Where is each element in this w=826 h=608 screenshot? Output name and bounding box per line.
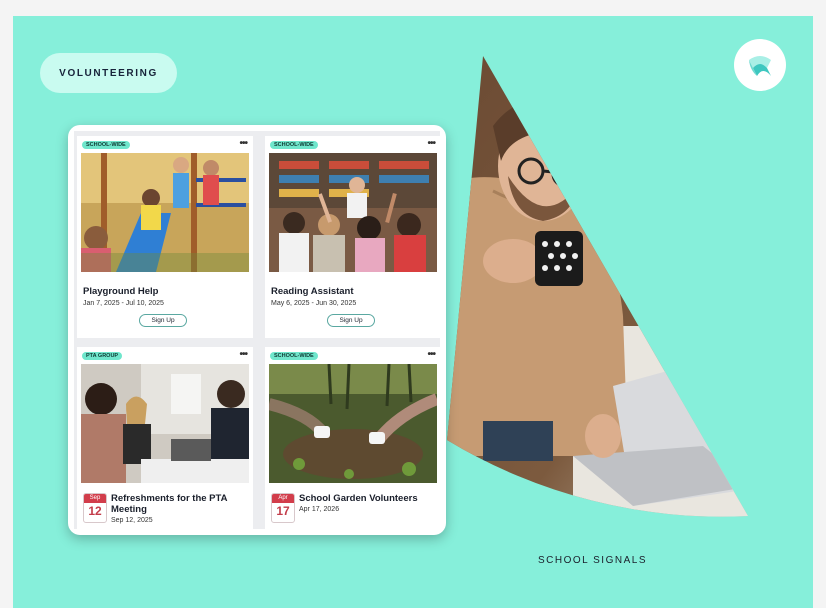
app-panel: SCHOOL-WIDE ••• Playground Help Jan 7, 2… xyxy=(68,125,446,535)
date-badge-month: Apr xyxy=(272,494,294,503)
date-badge: Sep 12 xyxy=(83,493,107,523)
playground-photo xyxy=(81,153,249,272)
leaf-logo-icon xyxy=(749,56,771,76)
volunteer-card[interactable]: SCHOOL-WIDE ••• xyxy=(265,136,441,338)
card-dates: Jan 7, 2025 - Jul 10, 2025 xyxy=(83,300,164,307)
card-dates: Sep 12, 2025 xyxy=(111,517,153,524)
card-dates: May 6, 2025 - Jun 30, 2025 xyxy=(271,300,357,307)
card-dates: Apr 17, 2026 xyxy=(299,506,340,513)
card-title: Reading Assistant xyxy=(271,286,354,297)
category-tag: SCHOOL-WIDE xyxy=(270,352,318,360)
card-title: Refreshments for the PTA Meeting xyxy=(111,493,228,515)
more-horizontal-icon[interactable]: ••• xyxy=(239,349,247,360)
more-horizontal-icon[interactable]: ••• xyxy=(427,138,435,149)
sign-up-button[interactable]: Sign Up xyxy=(139,314,187,327)
volunteer-card[interactable]: SCHOOL-WIDE ••• xyxy=(77,136,253,338)
card-grid: SCHOOL-WIDE ••• Playground Help Jan 7, 2… xyxy=(74,131,441,532)
meeting-photo xyxy=(81,364,249,483)
date-badge-month: Sep xyxy=(84,494,106,503)
event-card[interactable]: SCHOOL-WIDE ••• Apr 17 School Garden Vol… xyxy=(265,347,441,532)
date-badge-day: 12 xyxy=(88,504,102,518)
classroom-photo xyxy=(269,153,437,272)
category-tag: SCHOOL-WIDE xyxy=(270,141,318,149)
promo-canvas: VOLUNTEERING SCHOOL SIGNALS SCHOOL-WIDE … xyxy=(13,16,813,608)
school-signals-logo[interactable] xyxy=(734,39,786,91)
card-title: Playground Help xyxy=(83,286,159,297)
more-horizontal-icon[interactable]: ••• xyxy=(427,349,435,360)
brand-wordmark: SCHOOL SIGNALS xyxy=(538,555,647,566)
category-tag: PTA GROUP xyxy=(82,352,123,360)
event-card[interactable]: PTA GROUP ••• Sep 12 Refreshments for th… xyxy=(77,347,253,532)
plant-shape xyxy=(651,199,746,351)
date-badge-day: 17 xyxy=(276,504,290,518)
garden-photo xyxy=(269,364,437,483)
more-horizontal-icon[interactable]: ••• xyxy=(239,138,247,149)
card-title: School Garden Volunteers xyxy=(299,493,418,504)
date-badge: Apr 17 xyxy=(271,493,295,523)
sign-up-button[interactable]: Sign Up xyxy=(327,314,375,327)
category-tag: SCHOOL-WIDE xyxy=(82,141,130,149)
